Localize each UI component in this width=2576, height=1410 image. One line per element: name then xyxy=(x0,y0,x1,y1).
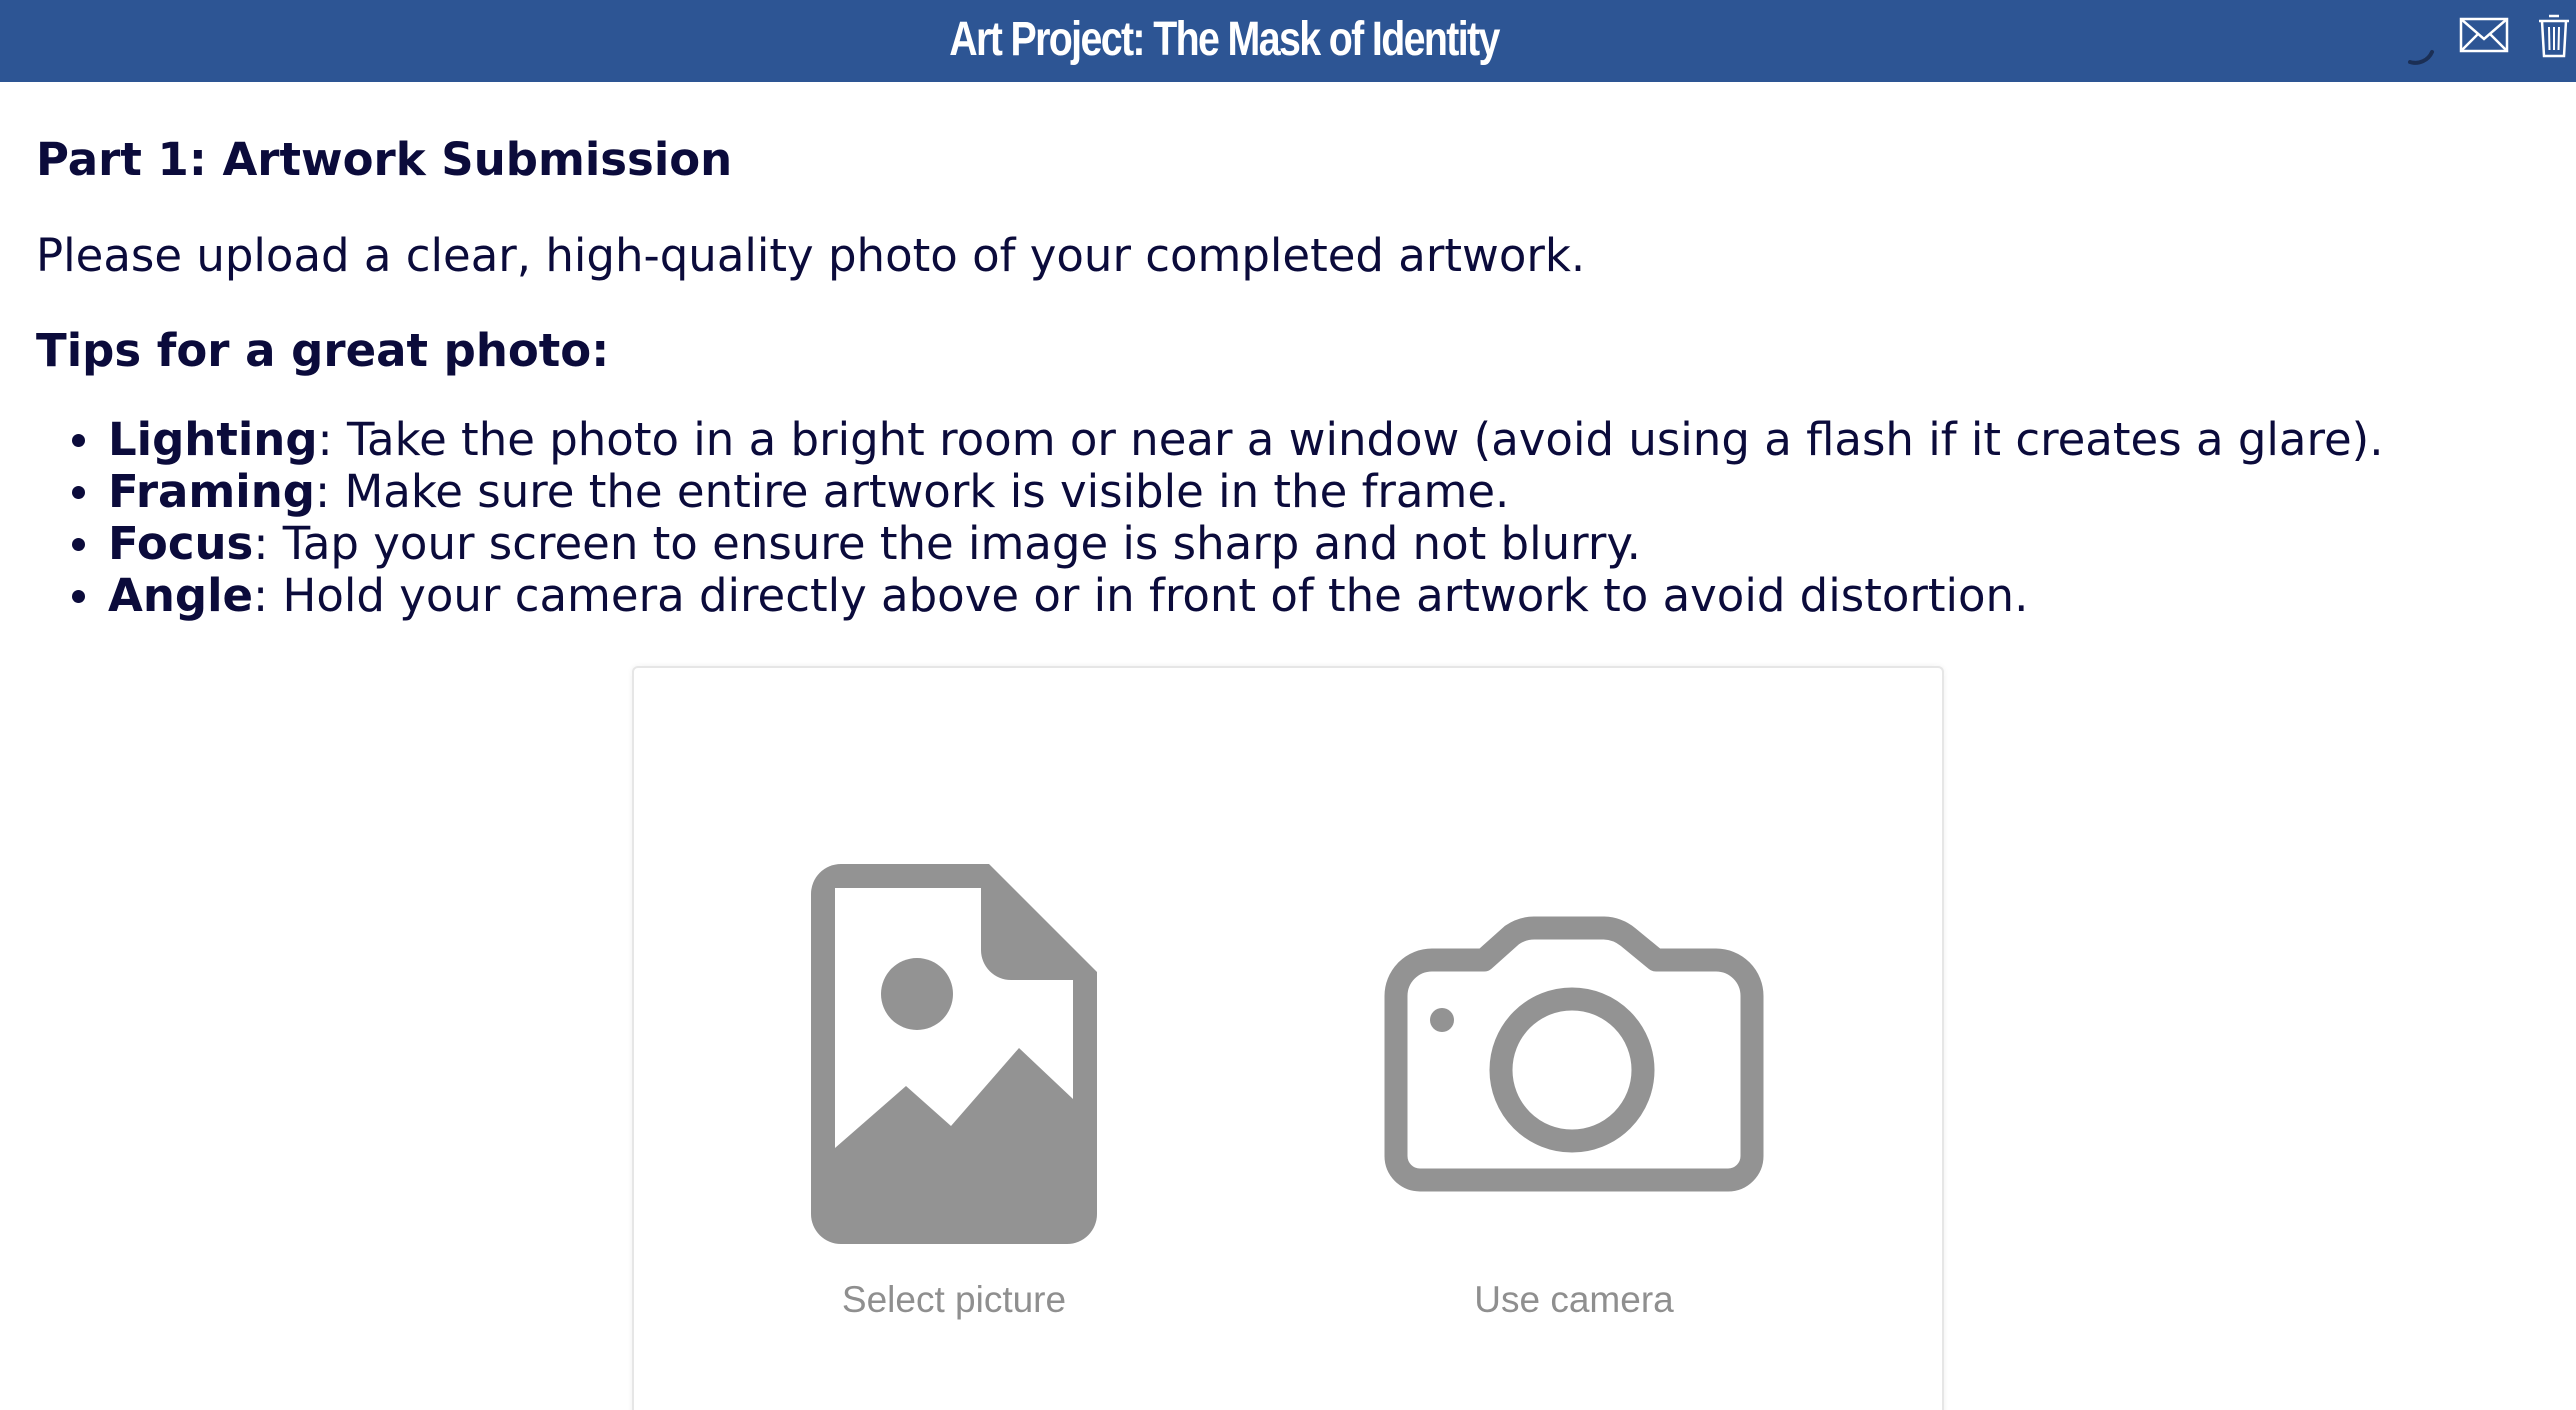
bullet-icon xyxy=(72,538,85,551)
main-content: Part 1: Artwork Submission Please upload… xyxy=(36,82,2516,622)
use-camera-button[interactable]: Use camera xyxy=(1364,864,1784,1322)
select-picture-button[interactable]: Select picture xyxy=(784,864,1124,1322)
tip-term: Lighting xyxy=(108,413,318,466)
section-title: Part 1: Artwork Submission xyxy=(36,133,733,186)
list-item: Framing: Make sure the entire artwork is… xyxy=(36,466,2516,518)
delete-button[interactable] xyxy=(2534,10,2574,60)
tip-text: : Tap your screen to ensure the image is… xyxy=(253,517,1641,570)
mail-icon xyxy=(2459,17,2509,53)
loading-spinner-icon xyxy=(2408,50,2434,65)
trash-icon xyxy=(2539,14,2569,58)
tip-term: Framing xyxy=(108,465,315,518)
bullet-icon xyxy=(72,434,85,447)
bullet-icon xyxy=(72,486,85,499)
mail-button[interactable] xyxy=(2456,10,2512,60)
tips-list: Lighting: Take the photo in a bright roo… xyxy=(36,414,2516,622)
bullet-icon xyxy=(72,590,85,603)
use-camera-label: Use camera xyxy=(1474,1279,1674,1320)
list-item: Lighting: Take the photo in a bright roo… xyxy=(36,414,2516,466)
tip-text: : Take the photo in a bright room or nea… xyxy=(317,413,2384,466)
tips-title: Tips for a great photo: xyxy=(36,324,610,377)
tip-term: Angle xyxy=(108,569,254,622)
image-file-icon xyxy=(811,864,1097,1244)
select-picture-label: Select picture xyxy=(841,1279,1067,1320)
tip-term: Focus xyxy=(108,517,254,570)
tip-text: : Make sure the entire artwork is visibl… xyxy=(314,465,1510,518)
intro-text: Please upload a clear, high-quality phot… xyxy=(36,229,1586,282)
upload-card: Select picture Use camera xyxy=(632,666,1944,1410)
app-header: Art Project: The Mask of Identity xyxy=(0,0,2576,82)
page-title: Art Project: The Mask of Identity xyxy=(949,13,1500,66)
list-item: Focus: Tap your screen to ensure the ima… xyxy=(36,518,2516,570)
list-item: Angle: Hold your camera directly above o… xyxy=(36,570,2516,622)
camera-icon xyxy=(1384,916,1764,1192)
tip-text: : Hold your camera directly above or in … xyxy=(253,569,2029,622)
